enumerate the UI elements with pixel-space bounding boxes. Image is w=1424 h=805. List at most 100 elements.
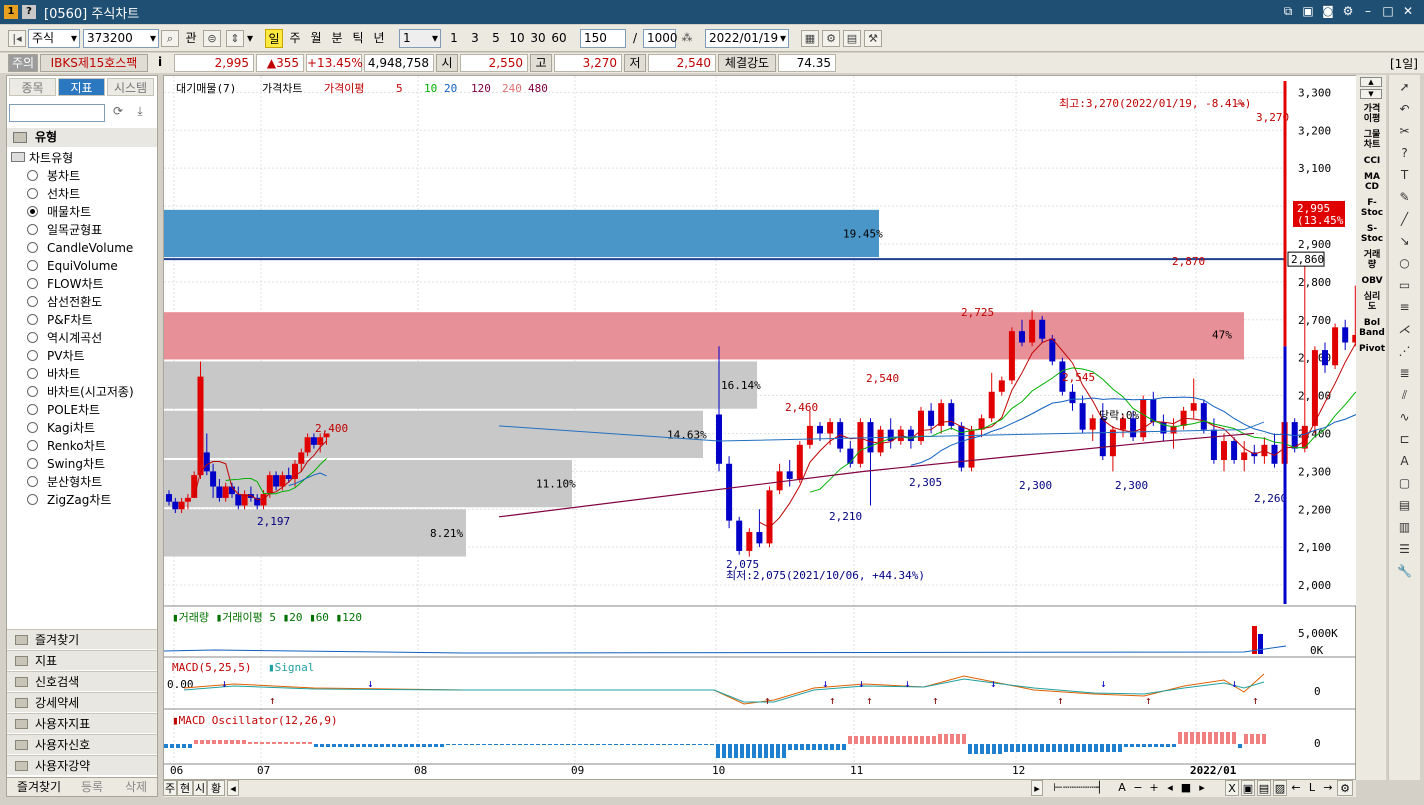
chart-type-item[interactable]: 바차트(시고저종): [27, 384, 134, 400]
period-tick[interactable]: 틱: [349, 29, 367, 48]
excel-icon[interactable]: X: [1225, 780, 1239, 796]
radio-icon[interactable]: [27, 386, 38, 397]
radio-icon[interactable]: [27, 458, 38, 469]
chart-type-item[interactable]: FLOW차트: [27, 276, 104, 292]
tab-indicator[interactable]: 지표: [58, 78, 105, 96]
prev-icon[interactable]: ◂: [1163, 780, 1177, 796]
auto-icon[interactable]: A: [1115, 780, 1129, 796]
ray-icon[interactable]: ↘: [1394, 231, 1416, 251]
info-icon[interactable]: i: [151, 54, 169, 72]
window-icon[interactable]: ▢: [1394, 473, 1416, 493]
radio-icon[interactable]: [27, 476, 38, 487]
folder-item[interactable]: 즐겨찾기: [7, 629, 157, 649]
camera-icon[interactable]: ◙: [1320, 3, 1336, 19]
back-icon[interactable]: ←: [1289, 780, 1303, 796]
radio-icon[interactable]: [27, 332, 38, 343]
count-stepper[interactable]: 150: [580, 29, 626, 48]
indicator-pivot[interactable]: Pivot: [1358, 344, 1386, 354]
scroll-left-icon[interactable]: ◂: [227, 780, 239, 796]
download-icon[interactable]: ⤓: [131, 104, 149, 122]
indicator-candle[interactable]: 그물 차트: [1358, 130, 1386, 150]
gear-icon[interactable]: ⚙: [1340, 3, 1356, 19]
first-icon[interactable]: |◂: [8, 30, 26, 47]
interval-5[interactable]: 5: [488, 29, 504, 48]
print-icon[interactable]: ▤: [1257, 780, 1271, 796]
chart-type-item[interactable]: Swing차트: [27, 456, 105, 472]
chart-type-item[interactable]: 역시계곡선: [27, 330, 102, 346]
folder-item[interactable]: 지표: [7, 650, 157, 670]
indicator-obv[interactable]: OBV: [1358, 276, 1386, 286]
radio-icon[interactable]: [27, 440, 38, 451]
doc-icon[interactable]: ▤: [1394, 495, 1416, 515]
circle-icon[interactable]: ○: [1394, 253, 1416, 273]
chart-type-group[interactable]: 차트유형: [11, 149, 73, 166]
chart-type-item[interactable]: EquiVolume: [27, 258, 118, 274]
radio-icon[interactable]: [27, 170, 38, 181]
radio-icon[interactable]: [27, 404, 38, 415]
total-input[interactable]: 1000: [643, 29, 678, 48]
image-icon[interactable]: ▨: [1273, 780, 1287, 796]
wave-icon[interactable]: ∿: [1394, 407, 1416, 427]
radio-icon[interactable]: [27, 350, 38, 361]
save-icon[interactable]: ▣: [1241, 780, 1255, 796]
parallel-icon[interactable]: ≡: [1394, 297, 1416, 317]
chart-type-item[interactable]: Kagi차트: [27, 420, 95, 436]
search-input[interactable]: [9, 104, 105, 122]
chart-type-item[interactable]: POLE차트: [27, 402, 100, 418]
chart-type-item[interactable]: 분산형차트: [27, 474, 102, 490]
tab-stock[interactable]: 종목: [9, 78, 56, 96]
unit-select[interactable]: 1 ▾: [399, 29, 441, 48]
radio-icon[interactable]: [27, 224, 38, 235]
scroll-down-icon[interactable]: ▼: [1360, 89, 1382, 99]
radio-icon[interactable]: [27, 422, 38, 433]
chart-svg[interactable]: 3,3003,2003,1003,0002,9002,8002,7002,600…: [163, 76, 1419, 781]
radio-icon[interactable]: [27, 188, 38, 199]
period-month[interactable]: 월: [307, 29, 325, 48]
radio-icon[interactable]: [27, 242, 38, 253]
indicator-volume[interactable]: 거래 량: [1358, 250, 1386, 270]
interval-10[interactable]: 10: [507, 29, 527, 48]
code-input[interactable]: 373200 ▾: [83, 29, 159, 48]
folder-item[interactable]: 사용자지표: [7, 713, 157, 733]
period-minute[interactable]: 분: [328, 29, 346, 48]
save-icon[interactable]: ▣: [1300, 3, 1316, 19]
stock-name[interactable]: IBKS제15호스팩: [40, 54, 148, 72]
close-icon[interactable]: ✕: [1400, 3, 1416, 19]
indicator-fstoc[interactable]: F- Stoc: [1358, 198, 1386, 218]
interval-60[interactable]: 60: [549, 29, 569, 48]
delete-button[interactable]: 삭제: [115, 779, 157, 796]
settings-icon[interactable]: ⚙: [822, 30, 840, 47]
interval-1[interactable]: 1: [446, 29, 462, 48]
chart-area[interactable]: 3,3003,2003,1003,0002,9002,8002,7002,600…: [163, 75, 1419, 781]
favorites-button[interactable]: 즐겨찾기: [9, 779, 69, 796]
grid-icon[interactable]: ⁂: [678, 30, 696, 47]
chart-type-item[interactable]: ZigZag차트: [27, 492, 111, 508]
bottom-tab-1[interactable]: 주: [163, 780, 177, 796]
chart-type-item[interactable]: 봉차트: [27, 168, 80, 184]
folder-item[interactable]: 강세약세: [7, 692, 157, 712]
radio-icon[interactable]: [27, 494, 38, 505]
zoom-out-icon[interactable]: −: [1131, 780, 1145, 796]
gann-icon[interactable]: ⋌: [1394, 319, 1416, 339]
rect-icon[interactable]: ▭: [1394, 275, 1416, 295]
period-day[interactable]: 일: [265, 29, 283, 48]
register-button[interactable]: 등록: [71, 779, 113, 796]
radio-icon[interactable]: [27, 314, 38, 325]
chart-type-item[interactable]: 선차트: [27, 186, 80, 202]
date-input[interactable]: 2022/01/19 ▾: [705, 29, 789, 48]
stop-icon[interactable]: ■: [1179, 780, 1193, 796]
link-icon[interactable]: ⧉: [1280, 3, 1296, 19]
folder-item[interactable]: 신호검색: [7, 671, 157, 691]
interval-30[interactable]: 30: [528, 29, 548, 48]
search-icon[interactable]: ⌕: [161, 30, 179, 47]
minimize-icon[interactable]: –: [1360, 3, 1376, 19]
folder-item[interactable]: 사용자신호: [7, 734, 157, 754]
gwan-button[interactable]: 관: [181, 29, 201, 48]
radio-icon[interactable]: [27, 296, 38, 307]
chart-type-item[interactable]: 바차트: [27, 366, 80, 382]
refresh-icon[interactable]: ⟳: [109, 104, 127, 122]
l-icon[interactable]: L: [1305, 780, 1319, 796]
help-icon[interactable]: ?: [22, 5, 36, 19]
chart-type-item[interactable]: P&F차트: [27, 312, 93, 328]
scroll-up-icon[interactable]: ▲: [1360, 77, 1382, 87]
